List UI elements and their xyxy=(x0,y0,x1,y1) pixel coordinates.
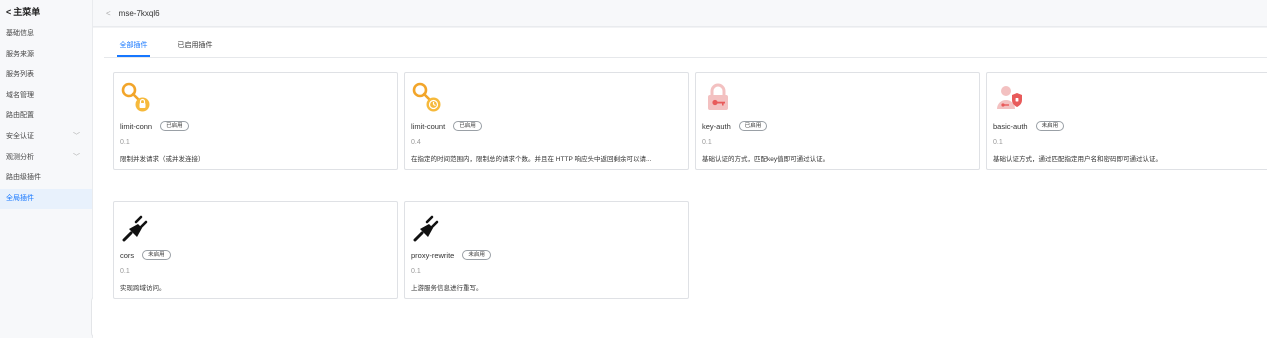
back-icon[interactable]: < xyxy=(6,7,11,17)
status-badge: 未启用 xyxy=(1035,121,1065,131)
tab-all-plugins[interactable]: 全部插件 xyxy=(117,40,150,57)
topbar: < mse-7kxql6 xyxy=(93,0,1267,27)
plugin-name-row: proxy-rewrite 未启用 xyxy=(411,250,491,260)
plugin-version: 0.1 xyxy=(411,268,421,275)
sidebar-item-security-auth[interactable]: 安全认证 ﹀ xyxy=(0,127,92,148)
tab-enabled-plugins[interactable]: 已启用插件 xyxy=(175,40,215,57)
plugin-description: 实现跨域访问。 xyxy=(120,285,166,292)
plugin-name: basic-auth xyxy=(993,121,1028,131)
plugin-name: proxy-rewrite xyxy=(411,250,455,260)
plugin-card-limit-count[interactable]: limit-count 已启用 0.4 在指定的时间范围内，限制总的请求个数。并… xyxy=(404,72,689,170)
chevron-down-icon: ﹀ xyxy=(73,153,80,161)
plugin-card-basic-auth[interactable]: basic-auth 未启用 0.1 基础认证方式，通过匹配指定用户名和密码即可… xyxy=(986,72,1267,170)
plugin-name-row: key-auth 已启用 xyxy=(702,121,768,131)
plug-icon xyxy=(120,210,152,242)
user-shield-icon xyxy=(993,81,1025,113)
instance-name: mse-7kxql6 xyxy=(118,8,160,18)
sidebar-item-label: 观测分析 xyxy=(6,153,34,161)
plugin-card-proxy-rewrite[interactable]: proxy-rewrite 未启用 0.1 上游服务信息进行重写。 xyxy=(404,201,689,299)
plugin-version: 0.1 xyxy=(120,139,130,146)
plugin-name: key-auth xyxy=(702,121,731,131)
sidebar-item-route-plugins[interactable]: 路由级插件 xyxy=(0,168,92,189)
plugin-card-limit-conn[interactable]: limit-conn 已启用 0.1 限制并发请求（或并发连接） xyxy=(113,72,398,170)
sidebar-header-title: 主菜单 xyxy=(13,7,41,17)
plugin-name-row: cors 未启用 xyxy=(120,250,171,260)
sidebar-header[interactable]: < 主菜单 xyxy=(0,0,92,24)
sidebar-item-label: 服务列表 xyxy=(6,71,34,79)
sidebar-item-label: 服务来源 xyxy=(6,50,34,58)
plugin-version: 0.1 xyxy=(993,139,1003,146)
status-badge: 未启用 xyxy=(462,250,491,260)
sidebar-item-label: 路由级插件 xyxy=(6,174,41,182)
status-badge: 未启用 xyxy=(142,250,171,260)
sidebar-item-label: 基础信息 xyxy=(6,30,34,37)
plugin-name-row: limit-conn 已启用 xyxy=(120,121,189,131)
plugin-description: 限制并发请求（或并发连接） xyxy=(120,156,205,163)
sidebar-item-label: 路由配置 xyxy=(6,112,34,120)
key-lock-icon xyxy=(120,81,152,113)
key-count-icon xyxy=(411,81,443,113)
status-badge: 已启用 xyxy=(453,121,482,131)
sidebar-item-global-plugins[interactable]: 全局插件 xyxy=(0,188,92,210)
plugin-version: 0.1 xyxy=(120,268,130,275)
plugin-name: limit-count xyxy=(411,121,446,131)
chevron-down-icon: ﹀ xyxy=(73,132,80,140)
sidebar-item-label: 安全认证 xyxy=(6,132,34,140)
back-arrow-icon[interactable]: < xyxy=(106,9,111,18)
plugin-tabs: 全部插件 已启用插件 xyxy=(104,40,1267,58)
plugin-version: 0.4 xyxy=(411,139,421,146)
plug-icon xyxy=(411,210,443,242)
plugin-name: limit-conn xyxy=(120,121,153,131)
plugin-description: 在指定的时间范围内，限制总的请求个数。并且在 HTTP 响应头中返回剩余可以请.… xyxy=(411,156,652,163)
sidebar-item-label: 域名管理 xyxy=(6,91,34,99)
plugin-version: 0.1 xyxy=(702,139,712,146)
plugin-name-row: basic-auth 未启用 xyxy=(993,121,1065,131)
plugin-card-cors[interactable]: cors 未启用 0.1 实现跨域访问。 xyxy=(113,201,398,299)
padlock-key-icon xyxy=(702,81,734,113)
status-badge: 已启用 xyxy=(738,121,768,131)
status-badge: 已启用 xyxy=(160,121,189,131)
plugin-name-row: limit-count 已启用 xyxy=(411,121,482,131)
plugin-description: 基础认证的方式，匹配key值即可通过认证。 xyxy=(702,156,830,163)
sidebar-item-route-config[interactable]: 路由配置 xyxy=(0,106,92,127)
sidebar-item-service-list[interactable]: 服务列表 xyxy=(0,65,92,86)
sidebar-item-observability[interactable]: 观测分析 ﹀ xyxy=(0,148,92,169)
app-root: < 主菜单 基础信息 服务来源 服务列表 域名管理 路由配置 安全认证 ﹀ 观测分析… xyxy=(0,0,1267,338)
sidebar-item-label: 全局插件 xyxy=(6,194,34,202)
sidebar: < 主菜单 基础信息 服务来源 服务列表 域名管理 路由配置 安全认证 ﹀ 观测分析… xyxy=(0,0,93,338)
content-panel: 全部插件 已启用插件 limit-conn 已启用 0.1 限制并发请求（或并发… xyxy=(93,28,1267,338)
plugin-description: 上游服务信息进行重写。 xyxy=(411,285,483,292)
plugin-description: 基础认证方式，通过匹配指定用户名和密码即可通过认证。 xyxy=(993,156,1162,163)
main-area: < mse-7kxql6 全部插件 已启用插件 limit-conn 已启用 0… xyxy=(93,0,1267,338)
sidebar-item-service-source[interactable]: 服务来源 xyxy=(0,45,92,66)
sidebar-item-basic-info[interactable]: 基础信息 xyxy=(0,24,92,45)
sidebar-item-domain-management[interactable]: 域名管理 xyxy=(0,86,92,107)
plugin-name: cors xyxy=(120,250,135,260)
plugin-card-key-auth[interactable]: key-auth 已启用 0.1 基础认证的方式，匹配key值即可通过认证。 xyxy=(695,72,980,170)
